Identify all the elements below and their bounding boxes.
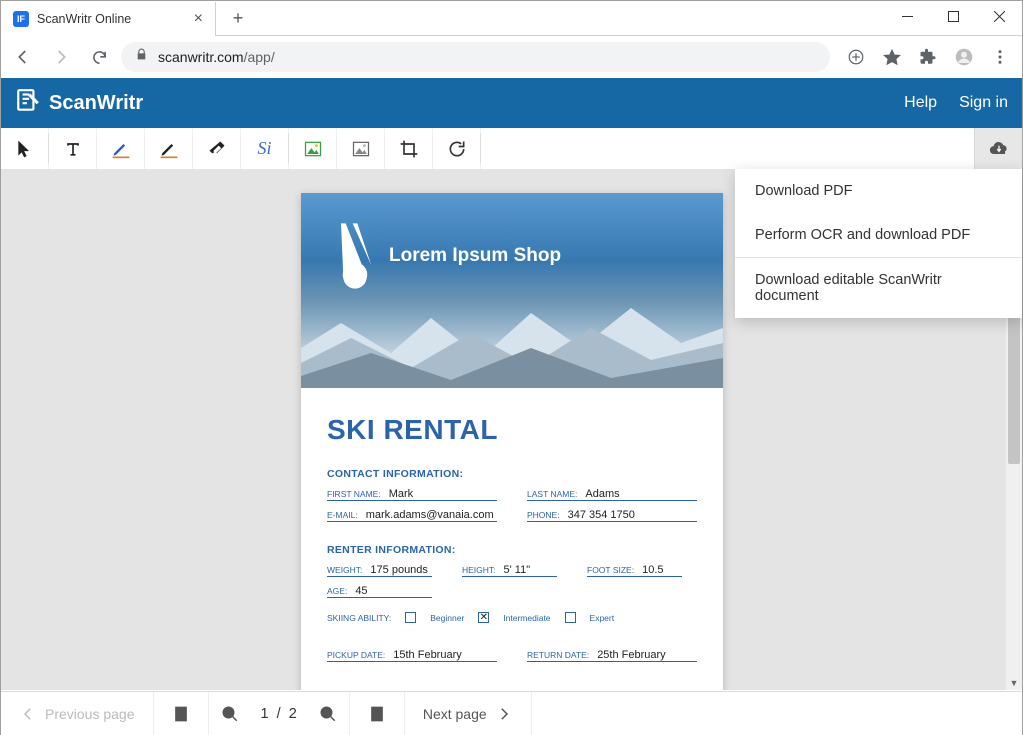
document-body: SKI RENTAL CONTACT INFORMATION: FIRST NA… — [301, 388, 723, 688]
zoom-in-button[interactable] — [307, 705, 349, 723]
logo-icon — [15, 88, 41, 119]
checkbox-intermediate: ✕ — [478, 612, 489, 623]
first-name-value: Mark — [389, 488, 413, 500]
help-link[interactable]: Help — [904, 94, 937, 112]
add-page-icon[interactable] — [840, 41, 872, 73]
window-titlebar: IF ScanWritr Online × + — [1, 1, 1022, 36]
text-tool[interactable] — [49, 128, 97, 169]
section-contact: CONTACT INFORMATION: — [327, 468, 697, 480]
weight-value: 175 pounds — [370, 564, 428, 576]
address-bar[interactable]: scanwritr.com/app/ — [121, 42, 830, 72]
menu-icon[interactable] — [984, 41, 1016, 73]
download-ocr-pdf-item[interactable]: Perform OCR and download PDF — [735, 213, 1022, 257]
scroll-down-icon[interactable]: ▼ — [1006, 675, 1022, 690]
ski-logo-icon — [331, 221, 379, 291]
page-counter: 1 / 2 — [251, 706, 307, 722]
rotate-tool[interactable] — [433, 128, 481, 169]
crop-tool[interactable] — [385, 128, 433, 169]
return-value: 25th February — [597, 649, 665, 661]
checkbox-expert — [565, 612, 576, 623]
previous-page-button[interactable]: Previous page — [1, 692, 154, 735]
reload-button[interactable] — [83, 41, 115, 73]
download-button[interactable] — [974, 128, 1022, 169]
zoom-out-button[interactable] — [209, 705, 251, 723]
tab-title: ScanWritr Online — [37, 12, 186, 26]
download-pdf-item[interactable]: Download PDF — [735, 169, 1022, 213]
marker-tool[interactable] — [145, 128, 193, 169]
download-editable-item[interactable]: Download editable ScanWritr document — [735, 258, 1022, 318]
height-value: 5' 11" — [504, 564, 531, 576]
favicon: IF — [13, 11, 29, 27]
pagination-footer: Previous page 1 / 2 Next page — [1, 691, 1022, 735]
download-dropdown: Download PDF Perform OCR and download PD… — [735, 169, 1022, 318]
pen-tool[interactable] — [97, 128, 145, 169]
email-value: mark.adams@vanaia.com — [366, 509, 494, 521]
editor-toolbar: Si — [1, 128, 1022, 170]
cursor-tool[interactable] — [1, 128, 49, 169]
app-header: ScanWritr Help Sign in — [1, 78, 1022, 128]
hero-title: Lorem Ipsum Shop — [389, 245, 561, 267]
close-window-button[interactable] — [976, 1, 1022, 31]
browser-tab[interactable]: IF ScanWritr Online × — [1, 2, 216, 36]
signin-link[interactable]: Sign in — [959, 94, 1008, 112]
chevron-left-icon — [19, 705, 37, 723]
age-value: 45 — [355, 585, 367, 597]
logo-text: ScanWritr — [49, 92, 143, 115]
signature-tool[interactable]: Si — [241, 128, 289, 169]
image-tool[interactable] — [289, 128, 337, 169]
pickup-value: 15th February — [393, 649, 461, 661]
document-hero: Lorem Ipsum Shop — [301, 193, 723, 388]
checkbox-beginner — [405, 612, 416, 623]
lock-icon — [135, 48, 148, 66]
section-renter: RENTER INFORMATION: — [327, 544, 697, 556]
browser-toolbar: scanwritr.com/app/ — [1, 36, 1022, 78]
app-logo[interactable]: ScanWritr — [15, 88, 143, 119]
foot-value: 10.5 — [642, 564, 663, 576]
phone-value: 347 354 1750 — [568, 509, 635, 521]
extensions-icon[interactable] — [912, 41, 944, 73]
add-page-button[interactable] — [350, 692, 405, 735]
image-gray-tool[interactable] — [337, 128, 385, 169]
minimize-button[interactable] — [884, 1, 930, 31]
first-page-button[interactable] — [154, 692, 209, 735]
url-text: scanwritr.com/app/ — [158, 49, 275, 65]
maximize-button[interactable] — [930, 1, 976, 31]
eraser-tool[interactable] — [193, 128, 241, 169]
next-page-button[interactable]: Next page — [405, 692, 532, 735]
star-icon[interactable] — [876, 41, 908, 73]
new-tab-button[interactable]: + — [224, 4, 252, 32]
profile-icon[interactable] — [948, 41, 980, 73]
close-tab-icon[interactable]: × — [194, 10, 203, 28]
forward-button[interactable] — [45, 41, 77, 73]
document-title: SKI RENTAL — [327, 414, 697, 446]
chevron-right-icon — [495, 705, 513, 723]
document-page[interactable]: Lorem Ipsum Shop SKI RENTAL CONTACT INFO… — [301, 193, 723, 690]
back-button[interactable] — [7, 41, 39, 73]
last-name-value: Adams — [585, 488, 619, 500]
